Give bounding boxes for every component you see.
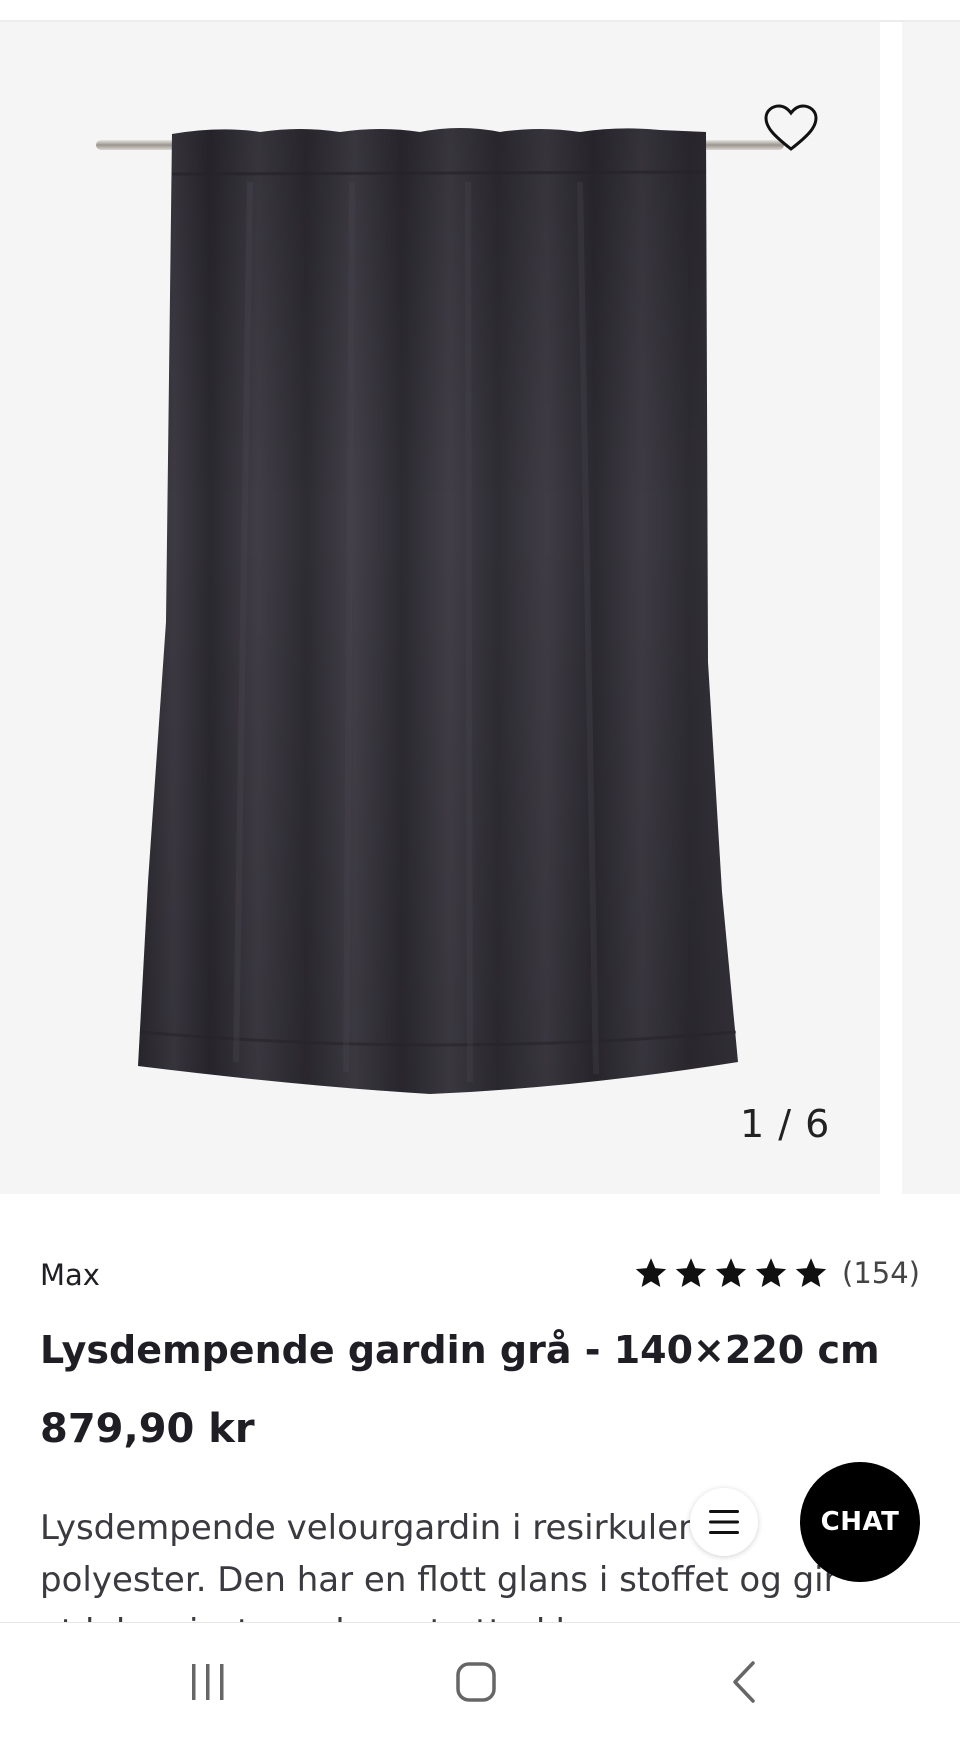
system-navigation-bar: [0, 1622, 960, 1740]
product-price: 879,90 kr: [40, 1406, 255, 1452]
gallery-slide-next[interactable]: [902, 22, 960, 1194]
star-icon: [635, 1258, 667, 1288]
brand-name[interactable]: Max: [40, 1258, 100, 1292]
hamburger-icon: [709, 1510, 739, 1534]
star-icon: [755, 1258, 787, 1288]
recents-icon: [192, 1664, 224, 1700]
product-image: [96, 128, 784, 1094]
star-icon: [675, 1258, 707, 1288]
review-count[interactable]: (154): [842, 1256, 920, 1290]
heart-outline-icon: [764, 104, 818, 151]
rating-stars: [634, 1256, 828, 1290]
recents-button[interactable]: [148, 1623, 268, 1740]
home-button[interactable]: [416, 1623, 536, 1740]
product-gallery[interactable]: 1 / 6: [0, 22, 960, 1194]
menu-button[interactable]: [690, 1488, 758, 1556]
star-icon: [795, 1258, 827, 1288]
star-icon: [715, 1258, 747, 1288]
back-icon: [733, 1661, 755, 1703]
rating[interactable]: (154): [634, 1256, 920, 1290]
gallery-slide-current[interactable]: 1 / 6: [0, 22, 880, 1194]
top-bar: [0, 0, 960, 22]
back-button[interactable]: [684, 1623, 804, 1740]
favorite-button[interactable]: [760, 100, 822, 156]
home-icon: [456, 1662, 496, 1702]
image-counter: 1 / 6: [740, 1102, 831, 1146]
chat-button[interactable]: CHAT: [800, 1462, 920, 1582]
product-title: Lysdempende gardin grå - 140×220 cm: [40, 1328, 880, 1372]
